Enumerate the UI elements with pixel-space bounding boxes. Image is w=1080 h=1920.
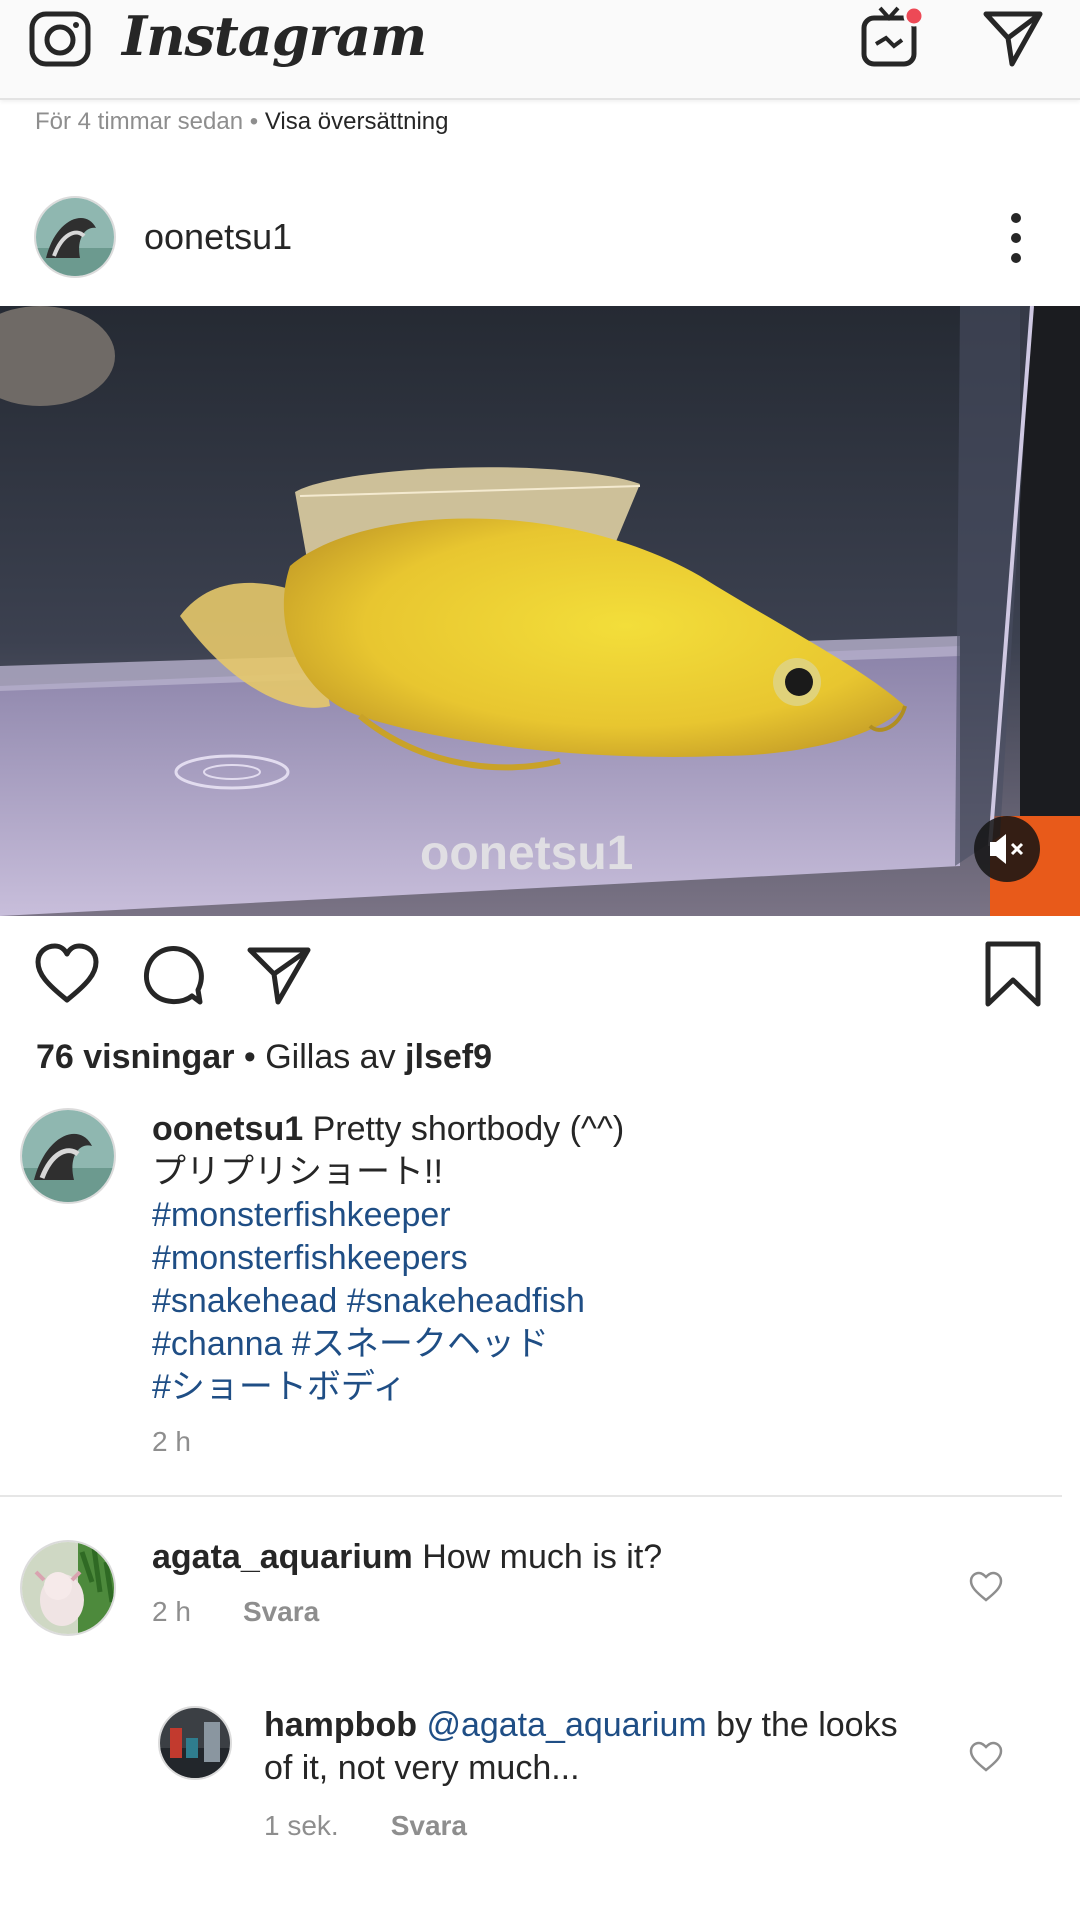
- instagram-wordmark[interactable]: Instagram: [122, 4, 427, 68]
- share-icon[interactable]: [244, 940, 314, 1010]
- avatar[interactable]: [20, 1540, 116, 1636]
- post-header: oonetsu1: [0, 196, 1080, 280]
- notification-dot: [903, 5, 924, 27]
- post-caption: oonetsu1 Pretty shortbody (^^) プリプリショート!…: [152, 1108, 1012, 1409]
- comment-username[interactable]: agata_aquarium: [152, 1538, 413, 1576]
- fish-video-frame: [0, 306, 1080, 916]
- comment-timestamp: 2 h: [152, 1596, 191, 1627]
- comment-icon[interactable]: [138, 940, 208, 1010]
- like-comment-heart-icon[interactable]: [968, 1570, 1004, 1604]
- see-translation-link[interactable]: Visa översättning: [265, 108, 449, 135]
- post-actions: [0, 940, 1080, 1020]
- hashtag[interactable]: #ショートボディ: [152, 1366, 1012, 1409]
- like-comment-heart-icon[interactable]: [968, 1740, 1004, 1774]
- hashtag[interactable]: #channa: [152, 1325, 282, 1363]
- previous-post-meta: För 4 timmar sedan • Visa översättning: [35, 108, 449, 136]
- hashtag[interactable]: #monsterfishkeepers: [152, 1237, 1012, 1280]
- camera-icon[interactable]: [28, 8, 94, 68]
- avatar[interactable]: [20, 1108, 116, 1204]
- post-username[interactable]: oonetsu1: [144, 216, 292, 258]
- mute-button[interactable]: [974, 816, 1040, 882]
- comment-meta: 2 h Svara: [152, 1596, 319, 1628]
- comment-text: How much is it?: [422, 1538, 663, 1576]
- avatar[interactable]: [158, 1706, 232, 1780]
- hashtag[interactable]: #snakeheadfish: [347, 1282, 585, 1320]
- direct-message-icon[interactable]: [982, 8, 1044, 68]
- instagram-post-screen: Instagram För 4 timmar sedan • Visa över…: [0, 0, 1080, 1920]
- comment-username[interactable]: hampbob: [264, 1706, 417, 1744]
- caption-timestamp: 2 h: [152, 1426, 191, 1457]
- hashtag[interactable]: #monsterfishkeeper: [152, 1194, 1012, 1237]
- comment-text-line-2: of it, not very much...: [264, 1749, 580, 1787]
- caption-text: Pretty shortbody (^^): [312, 1110, 625, 1148]
- liked-by-label: Gillas av: [265, 1038, 396, 1076]
- reply-button[interactable]: Svara: [391, 1810, 467, 1841]
- divider: [0, 1495, 1062, 1497]
- caption-line-2: プリプリショート!!: [152, 1153, 443, 1191]
- caption-username[interactable]: oonetsu1: [152, 1110, 303, 1148]
- igtv-icon[interactable]: [858, 4, 924, 70]
- comment-reply: hampbob @agata_aquarium by the looks of …: [264, 1704, 964, 1790]
- reply-button[interactable]: Svara: [243, 1596, 319, 1627]
- view-count[interactable]: 76 visningar: [36, 1038, 234, 1076]
- more-options-icon[interactable]: [1002, 210, 1030, 266]
- previous-post-time: För 4 timmar sedan: [35, 108, 244, 135]
- comment-meta: 1 sek. Svara: [264, 1810, 467, 1842]
- muted-speaker-icon: [990, 834, 1024, 864]
- post-stats: 76 visningar • Gillas av jlsef9: [36, 1038, 492, 1077]
- comment-text-line-1: by the looks: [716, 1706, 898, 1744]
- avatar[interactable]: [34, 196, 116, 278]
- post-video[interactable]: [0, 306, 1080, 916]
- liked-by-user[interactable]: jlsef9: [405, 1038, 492, 1076]
- bookmark-icon[interactable]: [978, 940, 1048, 1010]
- hashtag[interactable]: #snakehead: [152, 1282, 337, 1320]
- hashtag[interactable]: #スネークヘッド: [292, 1325, 549, 1363]
- comment-timestamp: 1 sek.: [264, 1810, 339, 1841]
- meta-separator: •: [243, 108, 265, 135]
- comment: agata_aquarium How much is it?: [152, 1536, 932, 1579]
- heart-icon[interactable]: [32, 940, 102, 1010]
- top-navigation-bar: Instagram: [0, 0, 1080, 100]
- stats-separator: •: [234, 1038, 266, 1076]
- mention-link[interactable]: @agata_aquarium: [426, 1706, 706, 1744]
- video-watermark: oonetsu1: [420, 827, 634, 880]
